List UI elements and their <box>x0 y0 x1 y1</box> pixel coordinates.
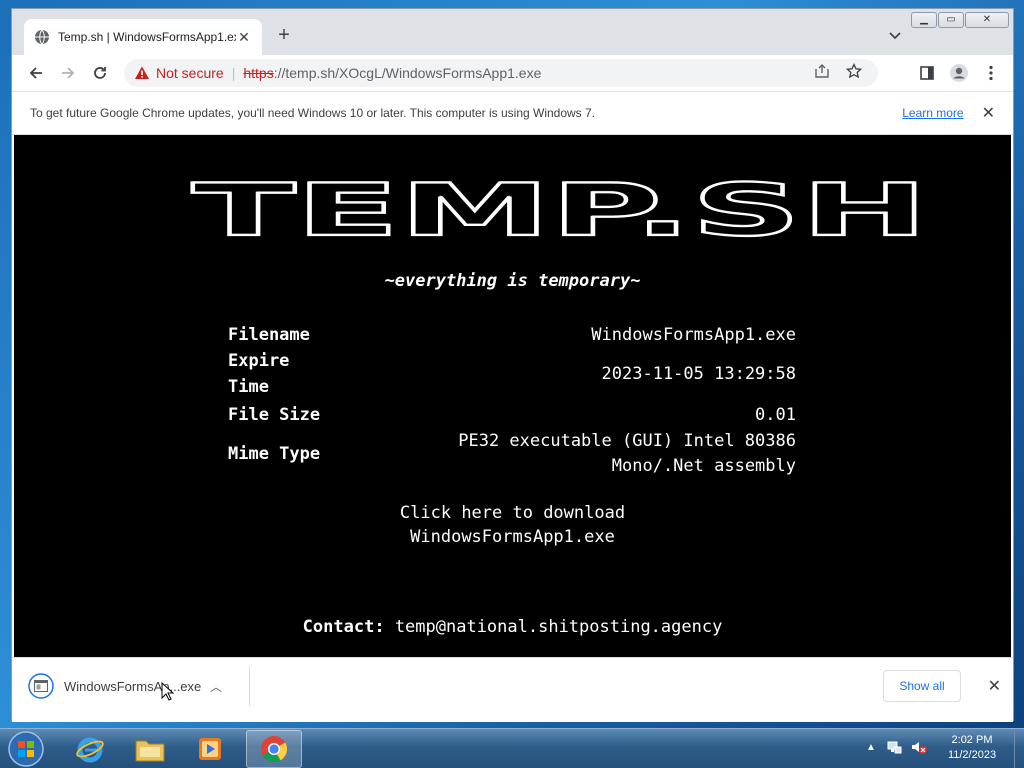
meta-value: 0.01 <box>755 405 796 425</box>
maximize-button[interactable]: ▭ <box>938 12 964 28</box>
internet-explorer-icon[interactable] <box>62 730 118 768</box>
tray-expand-icon[interactable]: ▲ <box>866 742 876 753</box>
not-secure-label[interactable]: Not secure <box>156 65 224 81</box>
chrome-taskbar-icon[interactable] <box>246 730 302 768</box>
back-icon[interactable] <box>20 57 52 89</box>
update-infobar: To get future Google Chrome updates, you… <box>12 91 1013 135</box>
chevron-up-icon[interactable]: ︿ <box>206 678 226 695</box>
url-text: ://temp.sh/XOcgL/WindowsFormsApp1.exe <box>273 65 542 81</box>
meta-row-filename: Filename WindowsFormsApp1.exe <box>228 325 796 349</box>
contact-line: Contact: temp@national.shitposting.agenc… <box>14 617 1011 637</box>
contact-label: Contact: <box>302 617 385 637</box>
clock-date: 11/2/2023 <box>947 749 997 761</box>
start-button-icon[interactable] <box>4 729 48 768</box>
download-item[interactable]: WindowsFormsAp...exe ︿ <box>18 666 250 706</box>
meta-row-mimetype: Mime Type PE32 executable (GUI) Intel 80… <box>228 431 796 481</box>
show-desktop-button[interactable] <box>1014 729 1024 768</box>
tagline: ~everything is temporary~ <box>384 271 641 291</box>
svg-text:TEMP.SH: TEMP.SH <box>192 177 928 241</box>
mouse-cursor-icon <box>161 682 175 701</box>
menu-kebab-icon[interactable] <box>975 57 1007 89</box>
globe-icon <box>35 29 49 45</box>
meta-row-expire: Expire Time 2023-11-05 13:29:58 <box>228 351 796 403</box>
infobar-close-icon[interactable]: ✕ <box>982 103 995 123</box>
address-bar[interactable]: Not secure | https://temp.sh/XOcgL/Windo… <box>124 59 878 87</box>
meta-key: Time <box>228 377 269 397</box>
tab-active[interactable]: Temp.sh | WindowsFormsApp1.exe ✕ <box>24 19 262 55</box>
learn-more-link[interactable]: Learn more <box>902 106 963 120</box>
taskbar: ▲ 2:02 PM 11/2/2023 <box>0 728 1024 768</box>
new-tab-icon[interactable]: + <box>274 23 294 47</box>
download-link-filename[interactable]: WindowsFormsApp1.exe <box>14 525 1011 549</box>
meta-value: 2023-11-05 13:29:58 <box>601 364 796 384</box>
warning-icon[interactable] <box>134 65 150 81</box>
forward-icon[interactable] <box>52 57 84 89</box>
file-explorer-icon[interactable] <box>122 730 178 768</box>
meta-row-filesize: File Size 0.01 <box>228 405 796 429</box>
reload-icon[interactable] <box>84 57 116 89</box>
url-scheme: https <box>243 65 274 81</box>
system-tray: ▲ <box>866 739 928 755</box>
address-divider: | <box>231 65 236 81</box>
temp-sh-logo: TEMP.SH TEMP.SH <box>191 177 929 241</box>
browser-toolbar: Not secure | https://temp.sh/XOcgL/Windo… <box>12 55 1013 91</box>
share-icon[interactable] <box>806 63 838 79</box>
tab-search-chevron-icon[interactable] <box>887 27 903 43</box>
download-link[interactable]: Click here to download WindowsFormsApp1.… <box>14 501 1011 549</box>
network-icon[interactable] <box>886 739 902 755</box>
shelf-close-icon[interactable]: ✕ <box>988 676 1001 696</box>
page-content: TEMP.SH TEMP.SH ~everything is temporary… <box>14 135 1011 657</box>
contact-email[interactable]: temp@national.shitposting.agency <box>395 617 723 637</box>
meta-value: PE32 executable (GUI) Intel 80386 <box>458 431 796 451</box>
tab-title: Temp.sh | WindowsFormsApp1.exe <box>58 30 236 44</box>
window-controls: ▁ ▭ ✕ <box>910 12 1009 28</box>
window-close-button[interactable]: ✕ <box>965 12 1009 28</box>
download-link-line[interactable]: Click here to download <box>14 501 1011 525</box>
meta-value: Mono/.Net assembly <box>611 456 796 476</box>
show-all-button[interactable]: Show all <box>883 670 961 702</box>
media-player-icon[interactable] <box>182 730 238 768</box>
exe-file-icon <box>28 673 54 699</box>
profile-avatar-icon[interactable] <box>943 57 975 89</box>
volume-muted-icon[interactable] <box>910 739 928 755</box>
clock-time: 2:02 PM <box>951 734 993 746</box>
download-filename[interactable]: WindowsFormsAp...exe <box>64 679 206 694</box>
side-panel-icon[interactable] <box>911 57 943 89</box>
meta-key: Filename <box>228 325 310 345</box>
meta-value: WindowsFormsApp1.exe <box>591 325 796 345</box>
taskbar-clock[interactable]: 2:02 PM 11/2/2023 <box>936 733 1008 763</box>
meta-key: Mime Type <box>228 444 321 464</box>
infobar-message: To get future Google Chrome updates, you… <box>30 106 596 120</box>
browser-window: Temp.sh | WindowsFormsApp1.exe ✕ + ▁ ▭ ✕ <box>11 8 1014 722</box>
bookmark-star-icon[interactable] <box>838 63 870 79</box>
meta-key: Expire <box>228 351 290 371</box>
tab-strip: Temp.sh | WindowsFormsApp1.exe ✕ + ▁ ▭ ✕ <box>12 9 1013 55</box>
meta-key: File Size <box>228 405 321 425</box>
tab-close-icon[interactable]: ✕ <box>236 29 252 46</box>
minimize-button[interactable]: ▁ <box>911 12 937 28</box>
